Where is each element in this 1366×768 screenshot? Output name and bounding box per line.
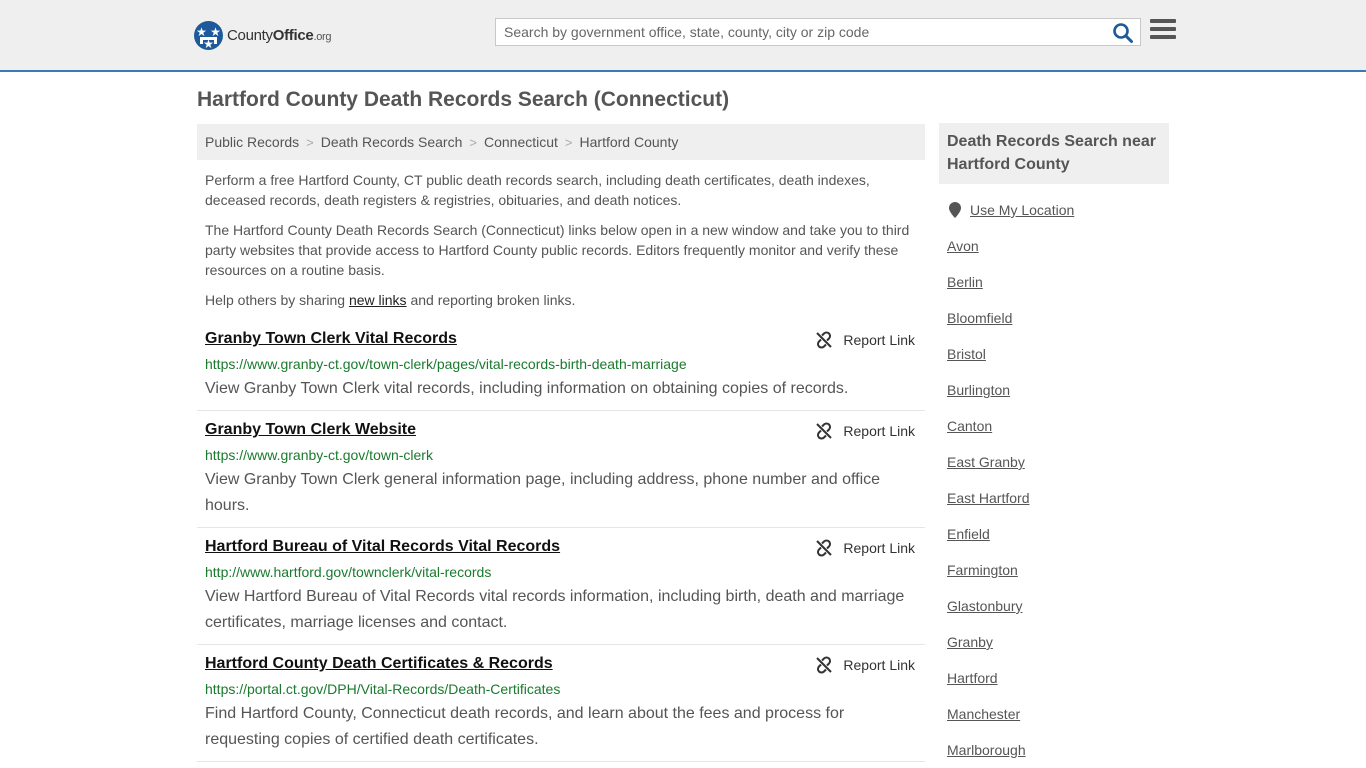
list-item: East Granby (947, 452, 1029, 488)
search-icon (1113, 23, 1133, 43)
town-link-bloomfield[interactable]: Bloomfield (947, 310, 1012, 326)
logo-brand-bold: Office (272, 26, 314, 44)
list-item: Marlborough (947, 740, 1029, 768)
report-link-button[interactable]: Report Link (815, 331, 915, 349)
list-item: Glastonbury (947, 596, 1029, 632)
logo-brand-tld: .org (313, 30, 332, 43)
map-pin-icon (949, 202, 961, 218)
broken-link-icon (816, 539, 833, 557)
use-my-location: Use My Location (949, 202, 1074, 218)
breadcrumb-item-public-records[interactable]: Public Records (205, 134, 299, 150)
town-link-manchester[interactable]: Manchester (947, 706, 1020, 722)
report-link-label: Report Link (843, 540, 915, 556)
town-link-hartford[interactable]: Hartford (947, 670, 998, 686)
list-item: Berlin (947, 272, 1029, 308)
logo-brand-main: County (227, 26, 273, 44)
site-header: ★ ★ ★ CountyOffice.org (0, 0, 1366, 72)
result-description: View Granby Town Clerk general informati… (205, 471, 881, 514)
report-link-label: Report Link (843, 657, 915, 673)
hamburger-menu-icon[interactable] (1150, 19, 1176, 43)
disclaimer-paragraph: The Hartford County Death Records Search… (205, 222, 910, 278)
report-link-button[interactable]: Report Link (815, 656, 915, 674)
chevron-right-icon: > (306, 134, 314, 150)
list-item: Avon (947, 236, 1029, 272)
chevron-right-icon: > (564, 134, 573, 150)
broken-link-icon (816, 422, 833, 440)
result-item: Hartford County Death Certificates & Rec… (197, 655, 925, 762)
search-input[interactable] (496, 19, 1106, 45)
capitol-logo-icon: ★ ★ ★ (194, 20, 223, 50)
report-link-button[interactable]: Report Link (815, 422, 915, 440)
list-item: Enfield (947, 524, 1029, 560)
search-button[interactable] (1112, 22, 1134, 44)
list-item: Bloomfield (947, 308, 1029, 344)
town-link-avon[interactable]: Avon (947, 238, 979, 254)
site-logo[interactable]: ★ ★ ★ CountyOffice.org (194, 20, 332, 50)
town-link-east-granby[interactable]: East Granby (947, 454, 1025, 470)
list-item: Bristol (947, 344, 1029, 380)
result-description: Find Hartford County, Connecticut death … (205, 705, 845, 748)
result-title-link[interactable]: Hartford Bureau of Vital Records Vital R… (205, 538, 560, 556)
breadcrumb-item-hartford-county[interactable]: Hartford County (580, 134, 679, 150)
list-item: Hartford (947, 668, 1029, 704)
town-link-berlin[interactable]: Berlin (947, 274, 983, 290)
town-link-bristol[interactable]: Bristol (947, 346, 986, 362)
town-link-granby[interactable]: Granby (947, 634, 993, 650)
report-link-label: Report Link (843, 423, 915, 439)
breadcrumb-item-connecticut[interactable]: Connecticut (484, 134, 558, 150)
town-link-farmington[interactable]: Farmington (947, 562, 1018, 578)
new-links-link[interactable]: new links (349, 292, 407, 308)
town-link-burlington[interactable]: Burlington (947, 382, 1010, 398)
list-item: Burlington (947, 380, 1029, 416)
result-title-link[interactable]: Hartford County Death Certificates & Rec… (205, 655, 553, 673)
list-item: Canton (947, 416, 1029, 452)
town-link-east-hartford[interactable]: East Hartford (947, 490, 1029, 506)
intro-paragraph: Perform a free Hartford County, CT publi… (205, 172, 870, 208)
result-title-link[interactable]: Granby Town Clerk Vital Records (205, 330, 457, 348)
result-url: http://www.hartford.gov/townclerk/vital-… (205, 564, 492, 580)
search-bar (495, 18, 1141, 46)
result-description: View Hartford Bureau of Vital Records vi… (205, 588, 905, 631)
chevron-right-icon: > (469, 134, 477, 150)
report-link-button[interactable]: Report Link (815, 539, 915, 557)
breadcrumb: Public Records > Death Records Search > … (197, 124, 925, 160)
result-url: https://www.granby-ct.gov/town-clerk (205, 447, 433, 463)
broken-link-icon (816, 656, 833, 674)
town-link-glastonbury[interactable]: Glastonbury (947, 598, 1022, 614)
breadcrumb-item-death-records[interactable]: Death Records Search (321, 134, 463, 150)
report-link-label: Report Link (843, 332, 915, 348)
result-item: Hartford Bureau of Vital Records Vital R… (197, 538, 925, 645)
sidebar-heading: Death Records Search near Hartford Count… (939, 123, 1169, 184)
town-link-canton[interactable]: Canton (947, 418, 992, 434)
town-link-enfield[interactable]: Enfield (947, 526, 990, 542)
list-item: Farmington (947, 560, 1029, 596)
town-link-marlborough[interactable]: Marlborough (947, 742, 1026, 758)
result-item: Granby Town Clerk Website Report Link ht… (197, 421, 925, 528)
result-url: https://www.granby-ct.gov/town-clerk/pag… (205, 356, 687, 372)
result-description: View Granby Town Clerk vital records, in… (205, 380, 849, 397)
result-url: https://portal.ct.gov/DPH/Vital-Records/… (205, 681, 561, 697)
result-title-link[interactable]: Granby Town Clerk Website (205, 421, 416, 439)
list-item: East Hartford (947, 488, 1029, 524)
page-title: Hartford County Death Records Search (Co… (197, 88, 730, 111)
result-item: Granby Town Clerk Vital Records Report L… (197, 330, 925, 411)
nearby-towns-list: Avon Berlin Bloomfield Bristol Burlingto… (947, 236, 1029, 768)
broken-link-icon (816, 331, 833, 349)
list-item: Granby (947, 632, 1029, 668)
use-my-location-link[interactable]: Use My Location (970, 202, 1074, 218)
list-item: Manchester (947, 704, 1029, 740)
share-paragraph: Help others by sharing new links and rep… (205, 292, 576, 308)
